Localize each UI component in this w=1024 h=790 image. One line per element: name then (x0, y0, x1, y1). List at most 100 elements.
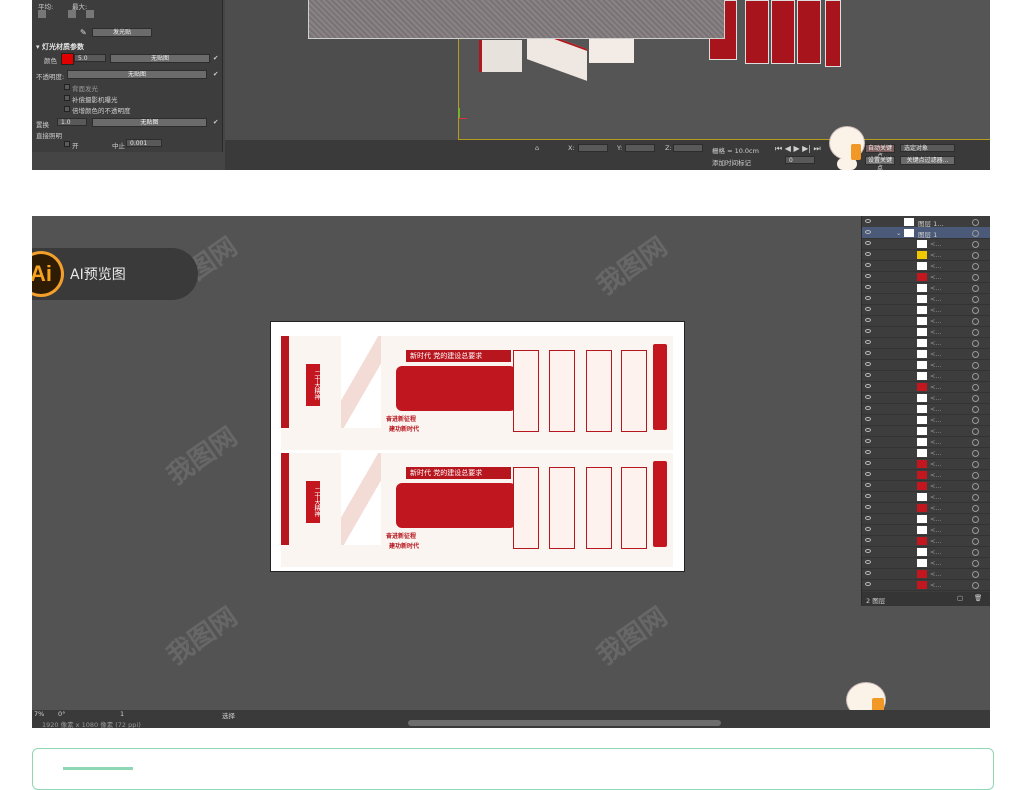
trash-icon[interactable]: 🗑 (974, 594, 982, 602)
target-icon[interactable] (972, 439, 979, 446)
sublayer-name[interactable]: <... (930, 493, 942, 501)
target-icon[interactable] (972, 571, 979, 578)
angle-field[interactable]: 0° (58, 710, 65, 718)
sublayer-name[interactable]: <... (930, 548, 942, 556)
sublayer-name[interactable]: <... (930, 361, 942, 369)
target-icon[interactable] (972, 494, 979, 501)
sublayer-name[interactable]: <... (930, 449, 942, 457)
lock-icon[interactable]: ⌂ (535, 144, 539, 152)
sublayer-name[interactable]: <... (930, 471, 942, 479)
target-icon[interactable] (972, 549, 979, 556)
sublayer-name[interactable]: <... (930, 295, 942, 303)
eye-icon[interactable] (865, 340, 871, 344)
target-icon[interactable] (972, 461, 979, 468)
color-multiplier-field[interactable]: 5.0 (74, 54, 106, 62)
horizontal-scrollbar[interactable] (408, 720, 721, 726)
sublayer-name[interactable]: <... (930, 273, 942, 281)
sublayer-name[interactable]: <... (930, 526, 942, 534)
direct-on-checkbox[interactable] (64, 141, 70, 147)
sublayer-name[interactable]: <... (930, 383, 942, 391)
target-icon[interactable] (972, 307, 979, 314)
target-icon[interactable] (972, 296, 979, 303)
target-icon[interactable] (972, 538, 979, 545)
eye-icon[interactable] (865, 285, 871, 289)
opacity-map-button[interactable]: 无贴图 (67, 70, 207, 79)
eye-icon[interactable] (865, 296, 871, 300)
backface-checkbox[interactable] (64, 84, 70, 90)
target-icon[interactable] (972, 406, 979, 413)
target-icon[interactable] (972, 450, 979, 457)
move-icon[interactable] (68, 10, 76, 18)
new-layer-icon[interactable]: ▢ (957, 594, 963, 602)
displace-map-button[interactable]: 无贴图 (92, 118, 207, 127)
artboard[interactable]: 二十大精神 新时代 党的建设总要求 奋进新征程 建功新时代 二十大精神 新时代 … (270, 321, 685, 572)
playback-controls[interactable]: ⏮ ◀ ▶ ▶| ⏭ (775, 144, 821, 154)
eye-icon[interactable] (865, 252, 871, 256)
target-icon[interactable] (972, 472, 979, 479)
target-icon[interactable] (972, 241, 979, 248)
target-icon[interactable] (972, 329, 979, 336)
trash-icon[interactable] (86, 10, 94, 18)
selected-dropdown[interactable]: 选定对象 (900, 144, 955, 152)
sublayer-name[interactable]: <... (930, 570, 942, 578)
eye-icon[interactable] (865, 241, 871, 245)
shadow-checkbox[interactable] (64, 95, 70, 101)
eyedropper-icon[interactable]: ✎ (80, 28, 88, 37)
target-icon[interactable] (972, 351, 979, 358)
sublayer-name[interactable]: <... (930, 372, 942, 380)
eye-icon[interactable] (865, 417, 871, 421)
sublayer-name[interactable]: <... (930, 504, 942, 512)
sublayer-name[interactable]: <... (930, 317, 942, 325)
color-map-button[interactable]: 无贴图 (110, 54, 210, 63)
target-icon[interactable] (972, 505, 979, 512)
eye-icon[interactable] (865, 439, 871, 443)
frame-field[interactable]: 0 (785, 156, 815, 164)
target-icon[interactable] (972, 362, 979, 369)
target-icon[interactable] (972, 274, 979, 281)
target-icon[interactable] (972, 516, 979, 523)
sublayer-name[interactable]: <... (930, 427, 942, 435)
set-key-button[interactable]: 设置关键点 (865, 156, 895, 170)
sublayer-name[interactable]: <... (930, 306, 942, 314)
eye-icon[interactable] (865, 351, 871, 355)
eye-icon[interactable] (865, 527, 871, 531)
sublayer-name[interactable]: <... (930, 284, 942, 292)
key-filter-button[interactable]: 关键点过滤器... (900, 156, 955, 165)
target-icon[interactable] (972, 252, 979, 259)
eye-icon[interactable] (865, 472, 871, 476)
eye-icon[interactable] (865, 582, 871, 586)
eye-icon[interactable] (865, 395, 871, 399)
stop-field[interactable]: 0.001 (126, 139, 162, 147)
y-coordinate-field[interactable] (625, 144, 655, 152)
target-icon[interactable] (972, 428, 979, 435)
sublayer-name[interactable]: <... (930, 262, 942, 270)
glow-map-button[interactable]: 发光贴 (92, 28, 152, 37)
displace-field[interactable]: 1.0 (57, 118, 87, 126)
eye-icon[interactable] (865, 230, 871, 234)
sublayer-name[interactable]: <... (930, 240, 942, 248)
toolbar-icons[interactable] (38, 10, 98, 19)
eye-icon[interactable] (865, 505, 871, 509)
eye-icon[interactable] (865, 318, 871, 322)
target-icon[interactable] (972, 285, 979, 292)
sublayer-name[interactable]: <... (930, 328, 942, 336)
sublayer-name[interactable]: <... (930, 460, 942, 468)
target-icon[interactable] (972, 417, 979, 424)
eye-icon[interactable] (865, 329, 871, 333)
target-icon[interactable] (972, 340, 979, 347)
target-icon[interactable] (972, 582, 979, 589)
autokey-button[interactable]: 自动关键点 (865, 144, 895, 160)
eye-icon[interactable] (865, 549, 871, 553)
target-icon[interactable] (972, 560, 979, 567)
sublayer-name[interactable]: <... (930, 350, 942, 358)
sublayer-name[interactable]: <... (930, 537, 942, 545)
x-coordinate-field[interactable] (578, 144, 608, 152)
eye-icon[interactable] (865, 428, 871, 432)
sublayer-name[interactable]: <... (930, 339, 942, 347)
add-time-tag-label[interactable]: 添加时间标记 (712, 157, 751, 167)
z-coordinate-field[interactable] (673, 144, 703, 152)
eye-icon[interactable] (865, 571, 871, 575)
sublayer-name[interactable]: <... (930, 394, 942, 402)
color-swatch[interactable] (61, 53, 74, 65)
target-icon[interactable] (972, 527, 979, 534)
